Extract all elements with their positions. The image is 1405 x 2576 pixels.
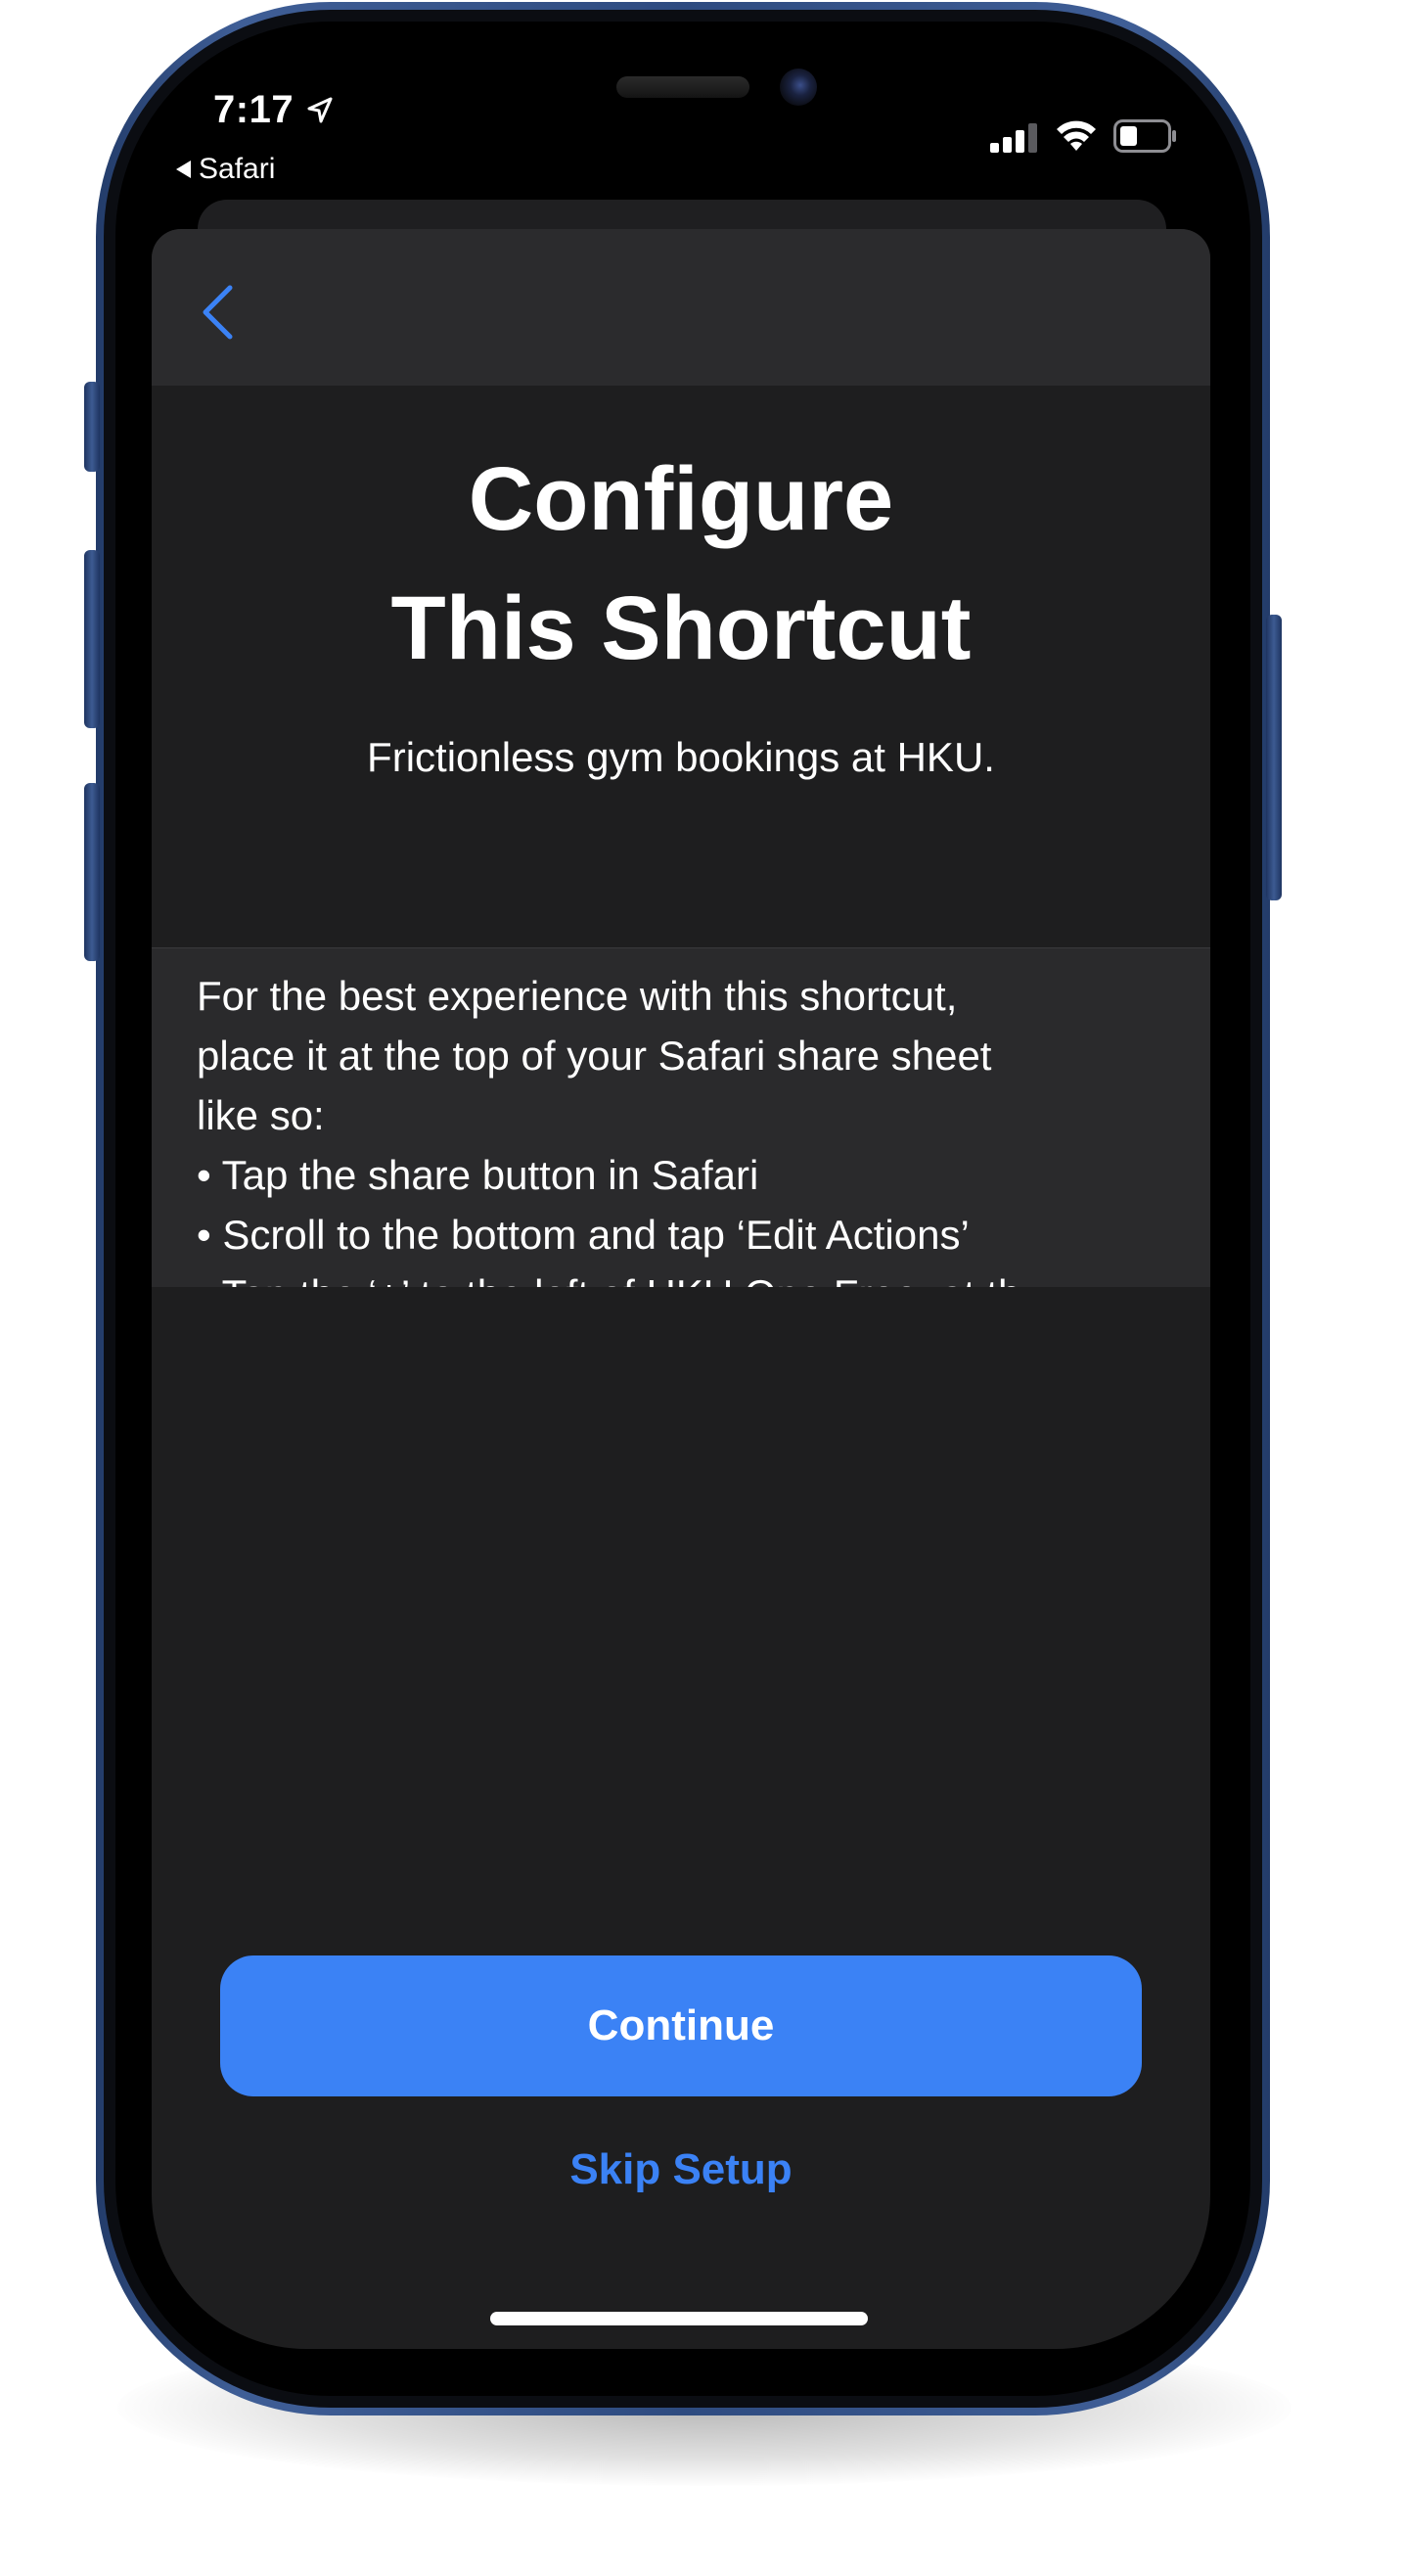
description-line: • Tap the share button in Safari [197,1152,759,1198]
earpiece-speaker [616,76,749,98]
action-button [84,382,100,472]
volume-down-button [84,783,100,961]
description-line: place it at the top of your Safari share… [197,1033,992,1079]
sheet-subtitle: Frictionless gym bookings at HKU. [367,734,995,780]
sheet-title-line-2: This Shortcut [390,578,972,678]
home-indicator[interactable] [490,2312,868,2325]
back-triangle-icon [176,161,191,178]
back-app-label: Safari [199,153,276,185]
description-line: • Tap the ‘+’ to the left of HKU One Fre… [197,1265,1175,1287]
description-line: For the best experience with this shortc… [197,973,958,1019]
description-line: • Scroll to the bottom and tap ‘Edit Act… [197,1212,970,1258]
back-button[interactable] [191,278,249,346]
location-arrow-icon [307,97,333,123]
description-box[interactable]: For the best experience with this shortc… [152,947,1210,1287]
skip-setup-button[interactable]: Skip Setup [152,2145,1210,2194]
cellular-signal-icon [990,123,1037,153]
sheet-title: Configure This Shortcut [152,435,1210,693]
sheet-nav-bar [152,229,1210,386]
configure-shortcut-sheet: Configure This Shortcut Frictionless gym… [152,229,1210,2349]
back-to-app-link[interactable]: Safari [176,153,275,186]
battery-icon [1113,119,1176,153]
chevron-left-icon [203,285,233,340]
sheet-title-line-1: Configure [468,449,894,549]
volume-up-button [84,550,100,728]
front-camera [780,69,817,106]
power-button [1266,615,1282,900]
continue-button[interactable]: Continue [220,1955,1142,2096]
status-time: 7:17 [213,88,295,131]
wifi-icon [1057,120,1096,151]
description-text: For the best experience with this shortc… [197,966,1175,1287]
description-line: like so: [197,1092,325,1138]
